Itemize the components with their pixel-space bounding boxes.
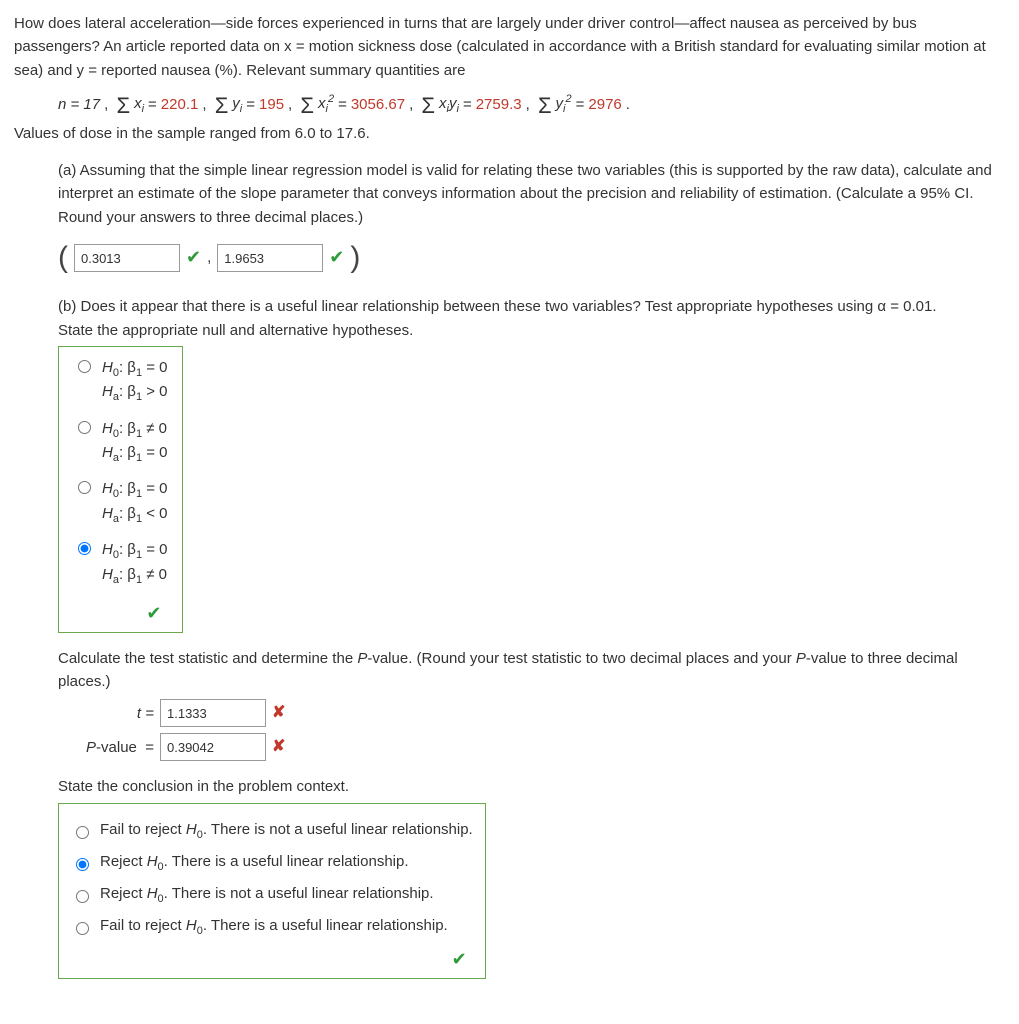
cross-icon: ✘ (272, 701, 285, 726)
p-row: P-value = ✘ (58, 733, 1005, 761)
conclusion-choice-box: Fail to reject H0. There is not a useful… (58, 803, 486, 979)
open-paren-icon: ( (58, 235, 68, 282)
t-input[interactable] (160, 699, 266, 727)
concl-option-2[interactable]: Reject H0. There is a useful linear rela… (71, 850, 473, 876)
sum-y2-value: 2976 (588, 93, 621, 116)
check-icon: ✔ (329, 244, 344, 272)
concl-option-4[interactable]: Fail to reject H0. There is a useful lin… (71, 914, 473, 940)
radio-concl-2[interactable] (76, 858, 89, 871)
hypotheses-prompt: State the appropriate null and alternati… (58, 319, 1005, 342)
summary-quantities: n = 17, Σxi = 220.1, Σyi = 195, Σxi2 = 3… (58, 88, 1005, 122)
sum-y-value: 195 (259, 93, 284, 116)
radio-hyp-3[interactable] (78, 481, 91, 494)
range-line: Values of dose in the sample ranged from… (14, 122, 1005, 145)
comma: , (207, 246, 211, 269)
hyp-option-3[interactable]: H0: β1 = 0 Ha: β1 < 0 (73, 478, 168, 527)
sigma-icon: Σ (300, 89, 314, 123)
cross-icon: ✘ (272, 735, 285, 760)
sigma-icon: Σ (215, 89, 229, 123)
radio-concl-4[interactable] (76, 922, 89, 935)
conclusion-prompt: State the conclusion in the problem cont… (58, 775, 1005, 798)
ci-answer-row: ( ✔ , ✔ ) (58, 235, 1005, 282)
radio-hyp-4[interactable] (78, 542, 91, 555)
p-input[interactable] (160, 733, 266, 761)
sum-xy-value: 2759.3 (476, 93, 522, 116)
sum-x-value: 220.1 (161, 93, 199, 116)
concl-option-3[interactable]: Reject H0. There is not a useful linear … (71, 882, 473, 908)
sigma-icon: Σ (116, 89, 130, 123)
check-icon: ✔ (452, 949, 467, 969)
close-paren-icon: ) (350, 235, 360, 282)
t-label: t = (82, 702, 154, 725)
n-label: n = 17 (58, 93, 100, 116)
hyp-option-2[interactable]: H0: β1 ≠ 0 Ha: β1 = 0 (73, 418, 168, 467)
sum-x2-value: 3056.67 (351, 93, 405, 116)
ci-lower-input[interactable] (74, 244, 180, 272)
radio-concl-1[interactable] (76, 826, 89, 839)
sigma-icon: Σ (421, 89, 435, 123)
sigma-icon: Σ (538, 89, 552, 123)
radio-hyp-2[interactable] (78, 421, 91, 434)
ci-upper-input[interactable] (217, 244, 323, 272)
concl-option-1[interactable]: Fail to reject H0. There is not a useful… (71, 818, 473, 844)
part-a-prompt: (a) Assuming that the simple linear regr… (58, 159, 1005, 229)
radio-concl-3[interactable] (76, 890, 89, 903)
hyp-option-4[interactable]: H0: β1 = 0 Ha: β1 ≠ 0 (73, 539, 168, 588)
t-row: t = ✘ (82, 699, 1005, 727)
part-b-prompt: (b) Does it appear that there is a usefu… (58, 295, 1005, 318)
check-icon: ✔ (186, 244, 201, 272)
test-stat-prompt: Calculate the test statistic and determi… (58, 647, 1005, 694)
problem-intro: How does lateral acceleration—side force… (14, 12, 1005, 82)
hyp-option-1[interactable]: H0: β1 = 0 Ha: β1 > 0 (73, 357, 168, 406)
hypotheses-choice-box: H0: β1 = 0 Ha: β1 > 0 H0: β1 ≠ 0 Ha: β1 … (58, 346, 183, 633)
radio-hyp-1[interactable] (78, 360, 91, 373)
check-icon: ✔ (146, 603, 161, 623)
